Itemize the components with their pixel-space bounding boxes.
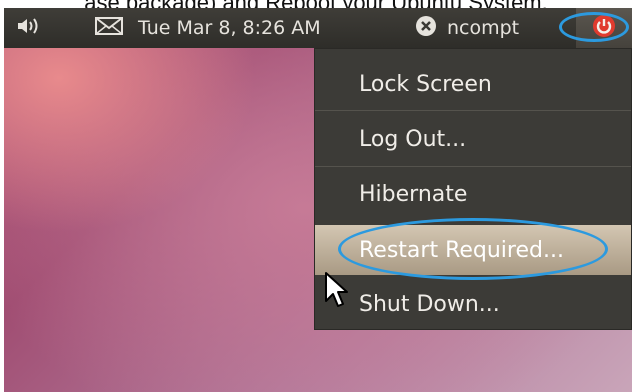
user-name[interactable]: ncompt: [447, 8, 565, 48]
mouse-cursor-icon: [325, 272, 348, 307]
menu-item-lock-screen[interactable]: Lock Screen: [315, 59, 631, 109]
mail-icon: [94, 16, 124, 41]
menu-item-label: Hibernate: [359, 181, 468, 207]
menu-separator: [315, 110, 631, 111]
messaging-indicator[interactable]: [94, 8, 128, 48]
me-status-icon: [414, 14, 438, 43]
volume-indicator[interactable]: [16, 8, 46, 48]
menu-item-label: Lock Screen: [359, 71, 492, 97]
menu-item-shut-down[interactable]: Shut Down...: [315, 279, 631, 329]
menu-item-log-out[interactable]: Log Out...: [315, 114, 631, 164]
volume-icon: [16, 16, 42, 41]
menu-separator: [315, 166, 631, 167]
menu-item-label: Log Out...: [359, 126, 467, 152]
clock[interactable]: Tue Mar 8, 8:26 AM: [138, 8, 321, 48]
top-panel: Tue Mar 8, 8:26 AM ncompt: [4, 8, 632, 48]
desktop: Tue Mar 8, 8:26 AM ncompt Lock Screen Lo…: [4, 8, 632, 392]
caption-text: ase package) and Reboot your Ubuntu Syst…: [0, 0, 632, 8]
restart-highlight-ellipse: [338, 218, 608, 280]
me-menu-status[interactable]: [414, 8, 442, 48]
menu-item-label: Shut Down...: [359, 291, 500, 317]
menu-item-hibernate[interactable]: Hibernate: [315, 169, 631, 219]
power-highlight-ellipse: [559, 12, 629, 42]
session-menu: Lock Screen Log Out... Hibernate Restart…: [314, 48, 632, 330]
